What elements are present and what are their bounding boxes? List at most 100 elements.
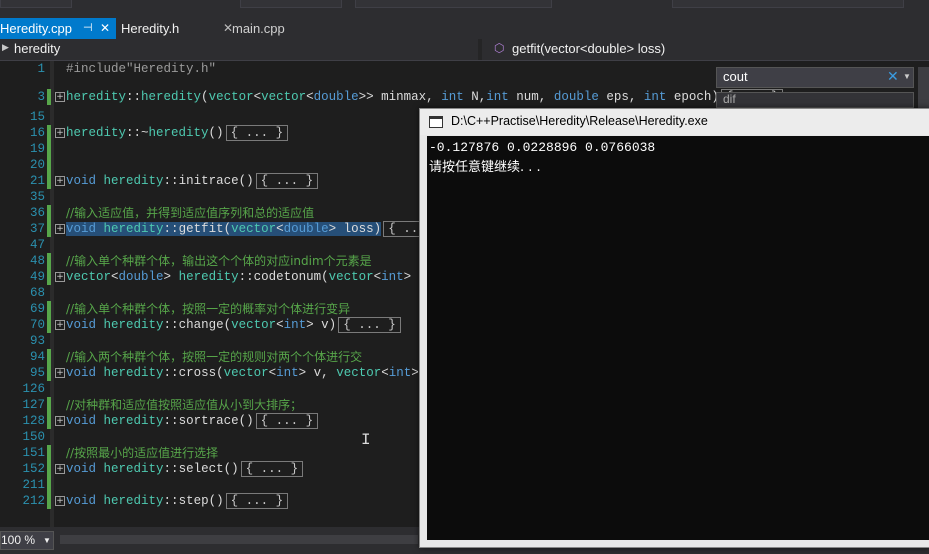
line-number: 152 bbox=[22, 462, 45, 476]
change-marker bbox=[47, 125, 51, 141]
line-number: 21 bbox=[29, 174, 45, 188]
code-text: void heredity::step(){ ... } bbox=[66, 493, 289, 509]
change-marker bbox=[47, 365, 51, 381]
toolbar-combo[interactable] bbox=[355, 0, 552, 8]
code-text: //输入适应值，并得到适应值序列和总的适应值 bbox=[66, 206, 315, 220]
line-number: 150 bbox=[22, 430, 45, 444]
toolbar-combo[interactable] bbox=[672, 0, 904, 8]
change-marker bbox=[47, 141, 51, 157]
navigation-bar: ▶ heredity ⬡ getfit(vector<double> loss) bbox=[0, 39, 929, 61]
pin-icon[interactable]: ⊣ bbox=[83, 18, 93, 39]
fold-toggle-icon[interactable]: + bbox=[55, 272, 65, 282]
change-marker bbox=[47, 301, 51, 317]
line-number: 36 bbox=[29, 206, 45, 220]
line-number: 1 bbox=[37, 62, 45, 76]
line-number: 93 bbox=[29, 334, 45, 348]
tab-label: Heredity.cpp bbox=[0, 21, 73, 36]
collapsed-block[interactable]: { ... } bbox=[338, 317, 401, 333]
line-number: 69 bbox=[29, 302, 45, 316]
change-marker bbox=[47, 253, 51, 269]
change-marker bbox=[47, 205, 51, 221]
collapsed-block[interactable]: { ... } bbox=[225, 125, 289, 141]
collapsed-block[interactable]: { ... } bbox=[240, 461, 304, 477]
code-text: //输入单个种群个体，输出这个个体的对应indim个元素是 bbox=[66, 254, 372, 268]
fold-toggle-icon[interactable]: + bbox=[55, 416, 65, 426]
console-window-icon bbox=[429, 116, 443, 128]
code-text: void heredity::sortrace(){ ... } bbox=[66, 413, 319, 429]
replace-input[interactable]: dif bbox=[723, 93, 736, 106]
line-number: 3 bbox=[37, 90, 45, 104]
toolbar-strip bbox=[0, 0, 929, 14]
collapsed-block[interactable]: { ... } bbox=[225, 493, 289, 509]
code-text: void heredity::getfit(vector<double> los… bbox=[66, 221, 446, 237]
find-input[interactable]: cout bbox=[723, 69, 748, 84]
scope-label: heredity bbox=[14, 41, 61, 56]
line-number: 127 bbox=[22, 398, 45, 412]
close-icon[interactable]: ✕ bbox=[887, 68, 899, 85]
change-marker bbox=[47, 269, 51, 285]
fold-toggle-icon[interactable]: + bbox=[55, 176, 65, 186]
fold-toggle-icon[interactable]: + bbox=[55, 224, 65, 234]
console-output[interactable]: -0.127876 0.0228896 0.0766038 请按任意键继续. .… bbox=[427, 136, 929, 540]
tab-main-cpp[interactable]: main.cpp bbox=[232, 18, 285, 39]
member-dropdown[interactable]: ⬡ getfit(vector<double> loss) bbox=[482, 39, 929, 60]
line-number: 70 bbox=[29, 318, 45, 332]
fold-toggle-icon[interactable]: + bbox=[55, 464, 65, 474]
tab-heredity-cpp[interactable]: Heredity.cpp ⊣ ✕ bbox=[0, 18, 116, 39]
code-text: //对种群和适应值按照适应值从小到大排序； bbox=[66, 398, 303, 412]
change-marker bbox=[47, 493, 51, 509]
fold-toggle-icon[interactable]: + bbox=[55, 320, 65, 330]
tab-heredity-h[interactable]: Heredity.h ✕ bbox=[121, 18, 233, 39]
change-marker bbox=[47, 413, 51, 429]
console-titlebar[interactable]: D:\C++Practise\Heredity\Release\Heredity… bbox=[420, 109, 929, 135]
toolbar-combo[interactable] bbox=[0, 0, 72, 8]
fold-toggle-icon[interactable]: + bbox=[55, 496, 65, 506]
collapsed-block[interactable]: { ... } bbox=[255, 413, 319, 429]
dropdown-arrow-icon: ▶ bbox=[2, 42, 9, 52]
fold-toggle-icon[interactable]: + bbox=[55, 368, 65, 378]
change-marker bbox=[47, 89, 51, 105]
line-number: 49 bbox=[29, 270, 45, 284]
close-icon[interactable]: ✕ bbox=[100, 18, 110, 39]
line-number: 212 bbox=[22, 494, 45, 508]
zoom-dropdown[interactable]: 100 % ▼ bbox=[0, 531, 54, 550]
document-tabs: Heredity.cpp ⊣ ✕ Heredity.h ✕ main.cpp bbox=[0, 14, 929, 53]
line-number: 68 bbox=[29, 286, 45, 300]
fold-toggle-icon[interactable]: + bbox=[55, 128, 65, 138]
line-number: 151 bbox=[22, 446, 45, 460]
scope-dropdown[interactable]: ▶ heredity bbox=[0, 39, 478, 60]
horizontal-scrollbar[interactable] bbox=[60, 535, 418, 544]
fold-toggle-icon[interactable]: + bbox=[55, 92, 65, 102]
zoom-level: 100 % bbox=[1, 533, 36, 547]
line-number: 128 bbox=[22, 414, 45, 428]
change-marker bbox=[47, 445, 51, 461]
line-number: 94 bbox=[29, 350, 45, 364]
change-marker bbox=[47, 317, 51, 333]
line-number: 37 bbox=[29, 222, 45, 236]
code-text: void heredity::select(){ ... } bbox=[66, 461, 304, 477]
member-label: getfit(vector<double> loss) bbox=[512, 41, 666, 56]
code-text: //输入单个种群个体，按照一定的概率对个体进行变异 bbox=[66, 302, 351, 316]
line-number: 95 bbox=[29, 366, 45, 380]
method-icon: ⬡ bbox=[494, 41, 505, 55]
toolbar-combo[interactable] bbox=[240, 0, 342, 8]
code-text: vector<double> heredity::codetonum(vecto… bbox=[66, 269, 454, 285]
change-marker bbox=[47, 397, 51, 413]
change-marker bbox=[47, 173, 51, 189]
line-number: 211 bbox=[22, 478, 45, 492]
change-marker bbox=[47, 157, 51, 173]
find-box[interactable]: cout ✕ ▼ bbox=[716, 67, 914, 88]
chevron-down-icon[interactable]: ▼ bbox=[903, 72, 911, 81]
code-text: void heredity::initrace(){ ... } bbox=[66, 173, 319, 189]
console-output-line: 请按任意键继续. . . bbox=[429, 160, 541, 175]
code-text: heredity::heredity(vector<vector<double>… bbox=[66, 89, 784, 105]
tab-label: Heredity.h bbox=[121, 21, 180, 36]
console-output-line: -0.127876 0.0228896 0.0766038 bbox=[429, 140, 656, 155]
line-number: 35 bbox=[29, 190, 45, 204]
console-title: D:\C++Practise\Heredity\Release\Heredity… bbox=[451, 114, 708, 128]
line-number: 48 bbox=[29, 254, 45, 268]
console-window[interactable]: D:\C++Practise\Heredity\Release\Heredity… bbox=[419, 108, 929, 548]
line-number: 126 bbox=[22, 382, 45, 396]
replace-box[interactable]: dif bbox=[716, 92, 914, 108]
collapsed-block[interactable]: { ... } bbox=[255, 173, 319, 189]
